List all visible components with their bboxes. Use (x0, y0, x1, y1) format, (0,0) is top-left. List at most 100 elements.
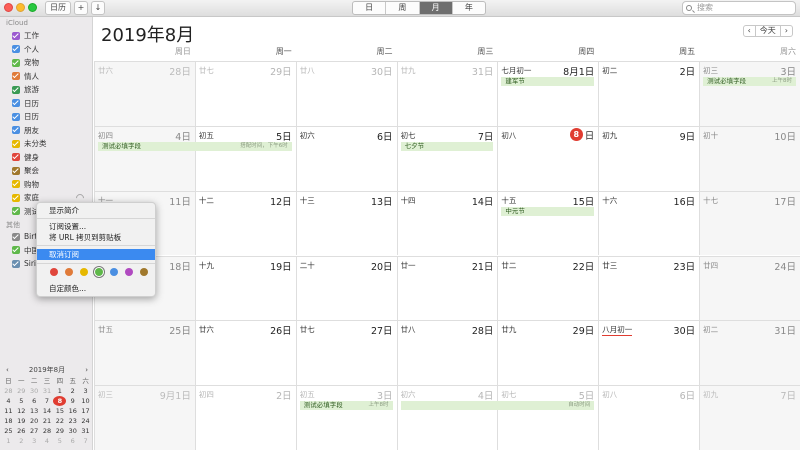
prev-month-button[interactable]: ‹ (744, 26, 756, 36)
sidebar-calendar-item[interactable]: Siri (12, 258, 36, 269)
mini-day[interactable]: 8 (53, 396, 67, 406)
view-week-tab[interactable]: 周 (386, 2, 420, 14)
close-window-button[interactable] (4, 3, 13, 12)
menu-show-info[interactable]: 显示简介 (37, 205, 155, 216)
mini-day[interactable]: 29 (53, 426, 66, 436)
menu-copy-url[interactable]: 将 URL 拷贝到剪贴板 (37, 232, 155, 243)
calendar-event[interactable]: 自动时间 (400, 401, 595, 411)
day-cell[interactable]: 廿六 26日 (194, 320, 296, 386)
mini-day[interactable]: 26 (15, 426, 28, 436)
mini-day[interactable]: 30 (66, 426, 79, 436)
mini-day[interactable]: 6 (28, 396, 41, 406)
day-cell[interactable]: 廿八 28日 (396, 320, 498, 386)
mini-day[interactable]: 5 (15, 396, 28, 406)
mini-day[interactable]: 2 (66, 386, 79, 396)
menu-unsubscribe[interactable]: 取消订阅 (37, 249, 155, 260)
calendar-event[interactable]: 测试必填字段 上午8时 (703, 77, 796, 86)
day-cell[interactable]: 七月初一 8月1日 (497, 61, 599, 126)
day-cell[interactable]: 廿九 31日 (396, 61, 498, 126)
mini-day[interactable]: 19 (15, 416, 28, 426)
day-cell[interactable]: 十三 13日 (295, 190, 397, 256)
mini-day[interactable]: 31 (41, 386, 54, 396)
mini-prev-button[interactable]: ‹ (6, 365, 9, 376)
sidebar-calendar-item[interactable]: 宠物 (12, 57, 39, 68)
mini-day[interactable]: 13 (28, 406, 41, 416)
checkbox-icon[interactable] (12, 166, 20, 175)
mini-day[interactable]: 28 (41, 426, 54, 436)
color-swatch[interactable] (140, 268, 148, 276)
next-month-button[interactable]: › (781, 26, 792, 36)
mini-day[interactable]: 16 (66, 406, 79, 416)
mini-day[interactable]: 17 (79, 406, 92, 416)
sidebar-calendar-item[interactable]: 测试 (12, 206, 39, 217)
mini-day[interactable]: 2 (15, 436, 28, 446)
mini-day[interactable]: 1 (2, 436, 15, 446)
mini-day[interactable]: 24 (79, 416, 92, 426)
mini-day[interactable]: 12 (15, 406, 28, 416)
calendar-event[interactable]: 测试必填字段 上午8时 (299, 401, 393, 411)
checkbox-icon[interactable] (12, 85, 20, 94)
view-month-tab[interactable]: 月 (419, 2, 453, 14)
mini-next-button[interactable]: › (85, 365, 88, 376)
color-swatch[interactable] (125, 268, 133, 276)
mini-day[interactable]: 14 (41, 406, 54, 416)
day-cell[interactable]: 二十 20日 (295, 255, 397, 321)
sidebar-calendar-item[interactable]: 未分类 (12, 138, 47, 149)
day-cell[interactable]: 廿二 22日 (497, 255, 599, 321)
mini-day[interactable]: 6 (66, 436, 79, 446)
color-swatch[interactable] (95, 268, 103, 276)
mini-day[interactable]: 22 (53, 416, 66, 426)
sidebar-calendar-item[interactable]: 日历 (12, 111, 39, 122)
checkbox-icon[interactable] (12, 259, 20, 268)
day-cell[interactable]: 初四 4日 (94, 125, 195, 191)
sidebar-calendar-item[interactable]: 情人 (12, 71, 39, 82)
checkbox-icon[interactable] (12, 45, 20, 53)
view-year-tab[interactable]: 年 (453, 2, 485, 14)
color-swatch[interactable] (110, 268, 118, 276)
mini-day[interactable]: 18 (2, 416, 15, 426)
day-cell[interactable]: 初九 9日 (598, 125, 700, 191)
day-cell[interactable]: 初五 5日 (194, 125, 296, 191)
mini-day[interactable]: 21 (41, 416, 54, 426)
mini-day[interactable]: 3 (28, 436, 41, 446)
day-cell[interactable]: 廿七 29日 (194, 61, 296, 126)
sidebar-calendar-item[interactable]: 朋友 (12, 125, 39, 136)
checkbox-icon[interactable] (12, 126, 20, 134)
mini-day[interactable]: 7 (41, 396, 54, 406)
calendar-event[interactable]: 七夕节 (400, 141, 494, 151)
mini-day[interactable]: 30 (28, 386, 41, 396)
today-button[interactable]: 今天 (756, 26, 781, 36)
day-cell[interactable]: 初二 2日 (598, 61, 700, 126)
day-cell[interactable]: 初六 4日 (396, 385, 498, 450)
mini-day[interactable]: 27 (28, 426, 41, 436)
day-cell[interactable]: 初五 3日 (295, 385, 397, 450)
day-cell[interactable]: 初六 6日 (295, 125, 397, 191)
day-cell[interactable]: 十二 12日 (194, 190, 296, 256)
checkbox-icon[interactable] (12, 193, 20, 202)
add-event-button[interactable]: + (74, 1, 88, 15)
day-cell[interactable]: 初九 7日 (699, 385, 800, 450)
mini-day[interactable]: 5 (53, 436, 66, 446)
day-cell[interactable]: 初三 9月1日 (94, 385, 195, 450)
checkbox-icon[interactable] (12, 31, 20, 40)
day-cell[interactable]: 初二 31日 (699, 320, 800, 386)
color-swatch[interactable] (80, 268, 88, 276)
day-cell[interactable]: 廿一 21日 (396, 255, 498, 321)
sidebar-calendar-item[interactable]: 聚会 (12, 165, 39, 176)
mini-day[interactable]: 29 (15, 386, 28, 396)
day-cell[interactable]: 十九 19日 (194, 255, 296, 321)
day-cell[interactable]: 廿九 29日 (497, 320, 599, 386)
calendar-event[interactable]: 测试必填字段 搭配时间，下午6时 (98, 141, 292, 151)
view-day-tab[interactable]: 日 (353, 2, 387, 14)
sidebar-calendar-item[interactable]: 家庭 (12, 192, 39, 203)
checkbox-icon[interactable] (12, 180, 20, 188)
sidebar-calendar-item[interactable]: 工作 (12, 30, 39, 41)
sidebar-calendar-item[interactable]: 旅游 (12, 84, 39, 95)
checkbox-icon[interactable] (12, 153, 20, 161)
mini-day[interactable]: 1 (53, 386, 66, 396)
mini-day[interactable]: 11 (2, 406, 15, 416)
calendar-event[interactable]: 建军节 (501, 77, 595, 86)
export-icon[interactable]: ↓ (91, 1, 105, 15)
day-cell[interactable]: 廿六 28日 (94, 61, 195, 126)
search-input[interactable]: 搜索 (682, 1, 796, 15)
